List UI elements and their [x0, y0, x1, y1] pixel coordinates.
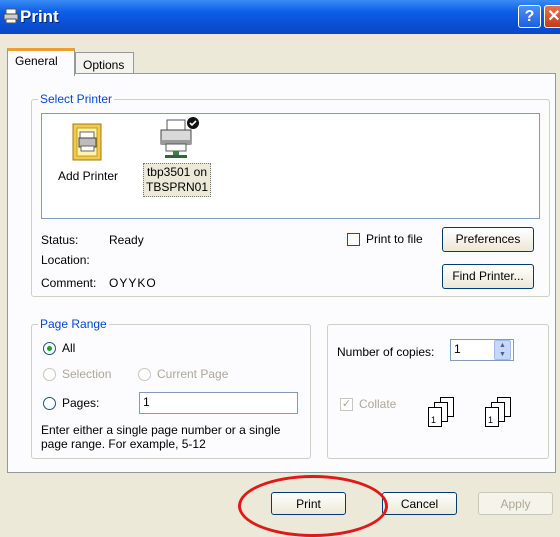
collate-label: Collate — [359, 397, 397, 411]
add-printer-icon — [72, 123, 102, 161]
window-title: Print — [20, 7, 59, 26]
close-button[interactable]: ✕ — [544, 5, 560, 28]
copies-label: Number of copies: — [337, 345, 435, 359]
collate-checkbox[interactable]: ✓ — [340, 398, 353, 411]
pages-label: Pages: — [62, 396, 100, 410]
preferences-button[interactable]: Preferences — [442, 227, 534, 252]
printer-icon — [3, 8, 19, 24]
group-legend: Select Printer — [38, 92, 115, 106]
comment-value: OYYKO — [109, 276, 157, 290]
apply-button[interactable]: Apply — [478, 492, 553, 515]
pages-input[interactable]: 1 — [139, 392, 298, 414]
printer-label: tbp3501 on TBSPRN01 — [142, 163, 212, 197]
pages-radio[interactable] — [43, 397, 56, 410]
tab-label: Options — [83, 58, 125, 72]
location-label: Location: — [41, 253, 90, 267]
printer-item-add-printer[interactable]: Add Printer — [51, 122, 125, 185]
tab-general[interactable]: General — [7, 48, 75, 76]
current-page-radio[interactable] — [138, 368, 151, 381]
all-radio[interactable] — [43, 342, 56, 355]
printer-list[interactable]: Add Printer tbp3501 on TBSPRN01 — [41, 113, 540, 219]
title-bar: Print ? ✕ — [0, 0, 560, 34]
current-page-label: Current Page — [157, 367, 229, 381]
tab-options[interactable]: Options — [75, 52, 134, 74]
selection-label: Selection — [62, 367, 112, 381]
help-button[interactable]: ? — [518, 5, 541, 28]
tab-label: General — [15, 54, 58, 68]
selection-radio[interactable] — [43, 368, 56, 381]
printer-item-tbp3501[interactable]: tbp3501 on TBSPRN01 — [134, 116, 220, 197]
printer-label: Add Printer — [57, 169, 119, 183]
network-printer-icon — [160, 117, 199, 158]
group-legend: Page Range — [38, 317, 109, 331]
print-button[interactable]: Print — [271, 492, 346, 515]
page-range-hint: page range. For example, 5-12 — [41, 437, 206, 451]
find-printer-button[interactable]: Find Printer... — [442, 264, 534, 289]
printer-name: tbp3501 on — [146, 165, 208, 179]
collate-page-icon: 1 — [485, 407, 499, 427]
cancel-button[interactable]: Cancel — [382, 492, 457, 515]
status-value: Ready — [109, 233, 144, 247]
status-label: Status: — [41, 233, 79, 247]
copies-spinner[interactable]: ▲ ▼ — [494, 340, 511, 360]
comment-label: Comment: — [41, 276, 97, 290]
print-to-file-label: Print to file — [366, 232, 423, 246]
page-range-hint: Enter either a single page number or a s… — [41, 423, 281, 437]
collate-page-icon: 1 — [428, 407, 442, 427]
printer-server: TBSPRN01 — [145, 180, 209, 194]
all-label: All — [62, 341, 76, 355]
print-to-file-checkbox[interactable] — [347, 233, 360, 246]
